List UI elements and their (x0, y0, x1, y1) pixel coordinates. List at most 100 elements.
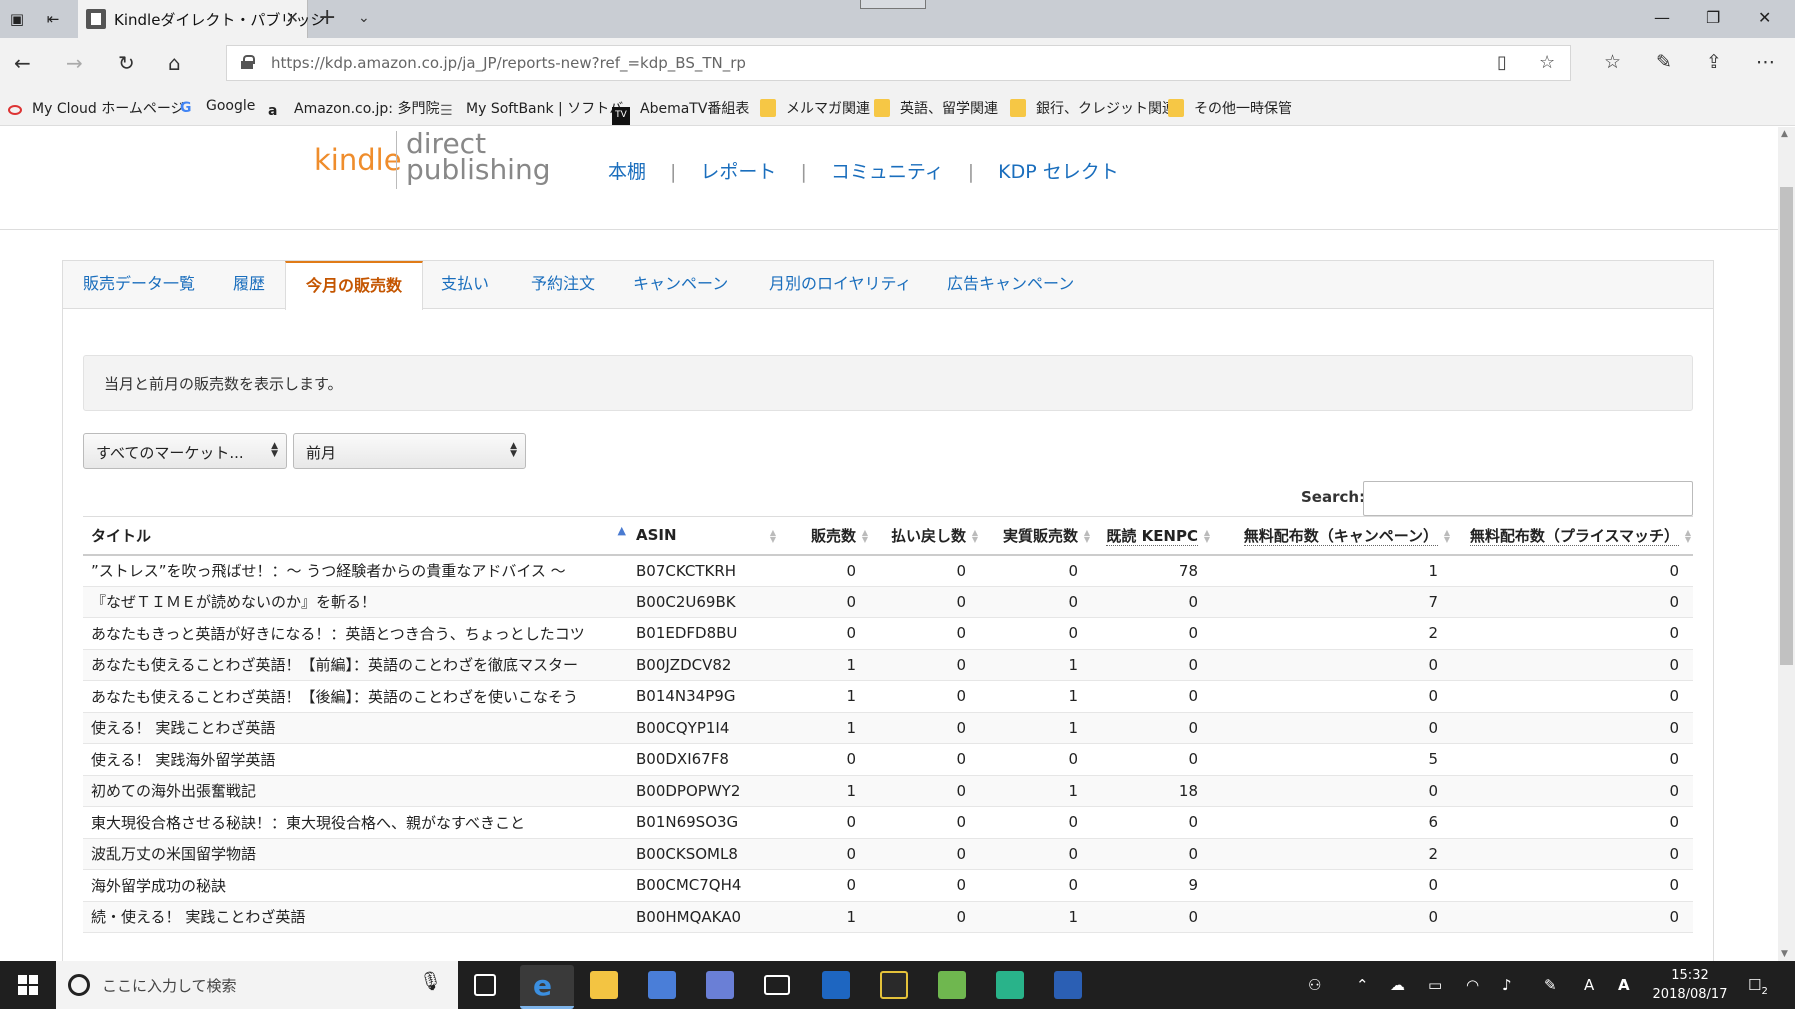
cell-free-campaign: 0 (1212, 901, 1452, 933)
tray-chevron-icon[interactable]: ⌃ (1356, 976, 1369, 994)
tab-sales-dashboard[interactable]: 販売データ一覧 (83, 261, 195, 309)
favorite-folder-other[interactable]: その他一時保管 (1168, 98, 1292, 118)
nav-community[interactable]: コミュニティ (831, 161, 944, 183)
more-menu-icon[interactable]: ⋯ (1756, 51, 1775, 73)
restore-icon[interactable]: ❐ (1706, 8, 1720, 27)
scroll-down-icon[interactable]: ▼ (1781, 949, 1788, 959)
reading-view-icon[interactable]: ▯ (1497, 52, 1507, 73)
browser-tab-kdp[interactable]: Kindleダイレクト・パブリッシ ✕ (78, 0, 325, 38)
table-row: 東大現役合格させる秘訣！：東大現役合格へ、親がなすべきこと B01N69SO3G 0… (83, 806, 1693, 839)
minimize-icon[interactable]: — (1654, 8, 1670, 27)
period-select[interactable]: 前月 ▲ ▼ (293, 433, 526, 469)
cell-kenpc: 0 (1092, 838, 1212, 870)
cell-units-sold: 1 (778, 712, 870, 744)
cell-asin: B00CMC7QH4 (628, 869, 778, 902)
mail-envelope-icon[interactable] (764, 975, 790, 995)
column-header-title[interactable]: タイトル ▲ (83, 516, 628, 556)
scroll-up-icon[interactable]: ▲ (1781, 129, 1788, 139)
forward-icon[interactable]: → (66, 51, 83, 75)
column-header-kenpc[interactable]: 既読 KENPC ▲ ▼ (1092, 516, 1212, 556)
tab-payments[interactable]: 支払い (441, 261, 489, 309)
favorite-mycloud[interactable]: My Cloud ホームページ (8, 98, 185, 118)
column-header-units-sold[interactable]: 販売数 ▲ ▼ (778, 516, 870, 556)
pen-workspace-icon[interactable]: ✎ (1544, 976, 1557, 994)
outlook-icon[interactable] (822, 971, 850, 999)
nav-kdp-select[interactable]: KDP セレクト (998, 161, 1119, 183)
marketplace-select[interactable]: すべてのマーケット... ▲ ▼ (83, 433, 287, 469)
action-center-icon[interactable]: ☐2 (1748, 976, 1768, 997)
mail-client-icon[interactable] (648, 971, 676, 999)
logo-kindle-text: kindle (314, 143, 402, 177)
cell-free-campaign: 2 (1212, 838, 1452, 870)
url-text[interactable]: https://kdp.amazon.co.jp/ja_JP/reports-n… (271, 54, 746, 72)
favorite-folder-english[interactable]: 英語、留学関連 (874, 98, 998, 118)
column-header-asin[interactable]: ASIN ▲ ▼ (628, 516, 778, 556)
file-explorer-icon[interactable] (590, 971, 618, 999)
tab-monthly-royalty[interactable]: 月別のロイヤリティ (769, 261, 912, 309)
back-icon[interactable]: ← (14, 51, 31, 75)
page-scrollbar[interactable]: ▲ ▼ (1778, 127, 1795, 961)
word-app-icon[interactable] (1054, 971, 1082, 999)
favorite-amazon[interactable]: a Amazon.co.jp: 多門院 (268, 98, 439, 119)
favorite-star-icon[interactable]: ☆ (1539, 52, 1555, 73)
cell-net-units: 0 (980, 743, 1092, 776)
nav-bookshelf[interactable]: 本棚 (608, 161, 646, 183)
sort-icon: ▲ ▼ (1443, 528, 1450, 544)
tab-close-icon[interactable]: ✕ (286, 8, 299, 27)
task-view-icon[interactable] (474, 974, 496, 996)
ftp-app-icon[interactable] (880, 971, 908, 999)
tab-month-sales[interactable]: 今月の販売数 (285, 261, 424, 310)
tab-preview-chevron-icon[interactable]: ⌄ (358, 10, 370, 26)
media-player-icon[interactable] (996, 971, 1024, 999)
scrollbar-thumb[interactable] (1780, 187, 1793, 665)
favorite-google[interactable]: G Google (180, 98, 255, 116)
web-note-pen-icon[interactable]: ✎ (1656, 51, 1672, 73)
favorite-folder-mailmag[interactable]: メルマガ関連 (760, 98, 870, 118)
tab-manager-icon[interactable]: ▣ (6, 8, 28, 30)
favorite-softbank[interactable]: ☰ My SoftBank | ソフトバ (440, 98, 623, 119)
select-arrows-icon: ▲ ▼ (271, 441, 278, 459)
softbank-icon: ☰ (440, 103, 453, 119)
cell-refunds: 0 (870, 712, 980, 744)
people-icon[interactable]: ⚇ (1308, 976, 1321, 994)
cell-title: 続・使える！ 実践ことわざ英語 (83, 901, 628, 933)
new-tab-icon[interactable]: + (318, 5, 336, 30)
ime-a-icon[interactable]: A (1618, 976, 1630, 994)
image-viewer-icon[interactable] (938, 971, 966, 999)
nav-separator: | (967, 161, 975, 183)
search-input[interactable] (1363, 481, 1693, 516)
refresh-icon[interactable]: ↻ (118, 51, 135, 75)
ime-mode-icon[interactable]: A (1584, 976, 1594, 994)
share-icon[interactable]: ⇪ (1706, 51, 1722, 73)
microphone-icon[interactable]: 🎙 (419, 971, 442, 992)
table-row: 波乱万丈の米国留学物語 B00CKSOML8 0 0 0 0 2 0 (83, 838, 1693, 870)
calendar-app-icon[interactable] (706, 971, 734, 999)
cell-refunds: 0 (870, 586, 980, 618)
onedrive-icon[interactable]: ☁ (1390, 976, 1405, 994)
favorite-folder-bank[interactable]: 銀行、クレジット関連 (1010, 98, 1176, 118)
cell-free-campaign: 7 (1212, 586, 1452, 618)
battery-icon[interactable]: ▭ (1428, 976, 1442, 994)
column-header-refunds[interactable]: 払い戻し数 ▲ ▼ (870, 516, 980, 556)
home-icon[interactable]: ⌂ (168, 51, 181, 75)
wifi-icon[interactable]: ◠ (1466, 976, 1479, 994)
column-header-free-pricematch[interactable]: 無料配布数（プライスマッチ） ▲ ▼ (1452, 516, 1693, 556)
tab-ad-campaigns[interactable]: 広告キャンペーン (947, 261, 1074, 309)
column-label: 販売数 (810, 526, 856, 545)
taskbar-clock[interactable]: 15:32 2018/08/17 (1650, 966, 1730, 1004)
tab-history[interactable]: 履歴 (233, 261, 265, 309)
column-header-free-campaign[interactable]: 無料配布数（キャンペーン） ▲ ▼ (1212, 516, 1452, 556)
tab-preorders[interactable]: 予約注文 (531, 261, 595, 309)
windows-start-icon[interactable] (18, 975, 38, 995)
nav-reports[interactable]: レポート (700, 161, 776, 183)
set-aside-tabs-icon[interactable]: ⇤ (42, 8, 64, 30)
favorite-abematv[interactable]: TV AbemaTV番組表 (612, 98, 749, 125)
column-header-net-units[interactable]: 実質販売数 ▲ ▼ (980, 516, 1092, 556)
favorites-hub-icon[interactable]: ☆ (1604, 51, 1621, 73)
close-window-icon[interactable]: ✕ (1758, 8, 1771, 27)
taskbar-search-box[interactable]: ここに入力して検索 🎙 (56, 961, 458, 1009)
edge-app-icon[interactable]: e (520, 965, 574, 1009)
address-bar[interactable]: https://kdp.amazon.co.jp/ja_JP/reports-n… (226, 45, 1571, 81)
tab-campaigns[interactable]: キャンペーン (633, 261, 728, 309)
volume-icon[interactable]: ♪ (1502, 976, 1512, 994)
